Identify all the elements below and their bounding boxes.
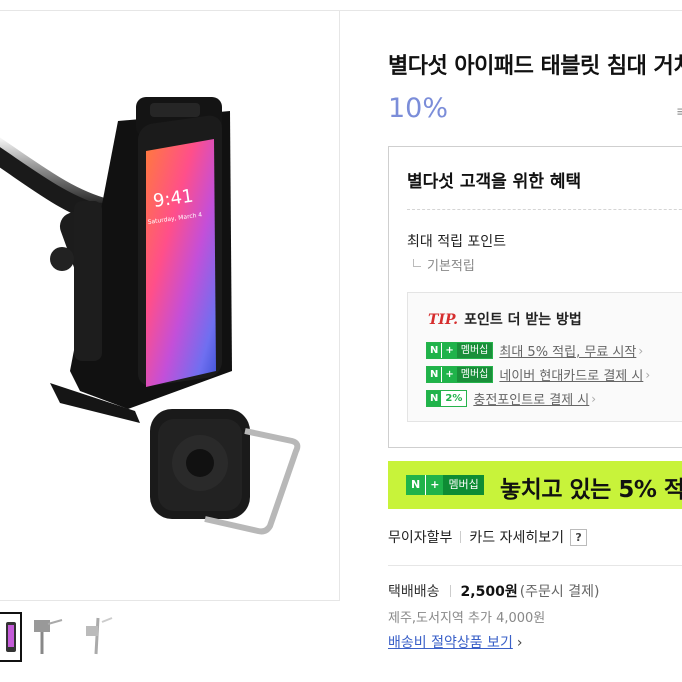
product-main-image[interactable]: 9:41 Saturday, March 4	[0, 11, 339, 600]
column-divider	[339, 10, 340, 600]
max-point-label: 최대 적립 포인트	[407, 234, 507, 250]
installment-row: 무이자할부 카드 자세히보기 ?	[388, 527, 588, 547]
shipping-extra-fee: 제주,도서지역 추가 4,000원	[388, 611, 546, 626]
tip-link-membership[interactable]: 최대 5% 적립, 무료 시작	[499, 341, 636, 360]
shipping-saving-label[interactable]: 배송비 절약상품 보기	[388, 635, 513, 651]
separator	[460, 531, 462, 543]
chevron-right-icon: ›	[516, 635, 523, 651]
basic-point-label: 기본적립	[427, 259, 475, 274]
shipping-row: 택배배송 2,500원 (주문시 결제)	[388, 581, 599, 601]
shipping-method: 택배배송	[388, 584, 440, 600]
tip-row-hyundai-card[interactable]: N + 멤버십 네이버 현대카드로 결제 시 ›	[426, 365, 650, 384]
benefit-title: 별다섯 고객을 위한 혜택	[407, 172, 582, 192]
naver-membership-badge: N + 멤버십	[426, 366, 494, 383]
naver-membership-badge: N + 멤버십	[406, 475, 484, 495]
shipping-saving-link[interactable]: 배송비 절약상품 보기 ›	[388, 632, 522, 652]
tip-link-charge-point[interactable]: 충전포인트로 결제 시	[473, 389, 589, 408]
discount-rate: 10%	[388, 93, 449, 124]
separator	[449, 585, 451, 597]
chevron-right-icon: ›	[645, 367, 651, 382]
benefit-box: 별다섯 고객을 위한 혜택 최대 적립 포인트 기본적립 TIP. 포인트 더 받…	[388, 146, 682, 448]
banner-text: 놓치고 있는 5% 적립	[500, 477, 682, 503]
help-icon[interactable]: ?	[570, 528, 588, 546]
thumbnail-2[interactable]	[26, 612, 66, 662]
naver-membership-banner[interactable]: N+멤버십 놓치고 있는 5% 적립	[388, 461, 682, 509]
thumbnail-1[interactable]	[0, 612, 22, 662]
section-divider	[388, 565, 682, 566]
tip-heading-text: 포인트 더 받는 방법	[464, 312, 582, 328]
naver-membership-badge: N + 멤버십	[426, 342, 494, 359]
tip-heading: TIP. 포인트 더 받는 방법	[428, 309, 582, 329]
thumbnail-3[interactable]	[78, 612, 118, 662]
image-bottom-divider	[0, 600, 340, 601]
benefit-divider	[407, 209, 682, 210]
tip-row-charge-point[interactable]: N 2% 충전포인트로 결제 시 ›	[426, 389, 596, 408]
shipping-fee-note: (주문시 결제)	[519, 584, 600, 600]
tree-elbow-icon	[413, 259, 421, 267]
naver-pay-badge: N 2%	[426, 390, 468, 407]
chevron-right-icon: ›	[638, 343, 644, 358]
basic-point-row: 기본적립	[413, 255, 475, 274]
tip-row-membership[interactable]: N + 멤버십 최대 5% 적립, 무료 시작 ›	[426, 341, 643, 360]
shipping-fee: 2,500원	[460, 584, 518, 600]
card-detail-link[interactable]: 카드 자세히보기	[469, 527, 564, 547]
more-marker: ≡	[676, 104, 682, 120]
tip-mark: TIP.	[428, 312, 459, 328]
chevron-right-icon: ›	[591, 391, 597, 406]
installment-label: 무이자할부	[388, 530, 453, 546]
product-title: 별다섯 아이패드 태블릿 침대 거치대	[388, 54, 682, 79]
tip-link-hyundai-card[interactable]: 네이버 현대카드로 결제 시	[499, 365, 643, 384]
tip-box: TIP. 포인트 더 받는 방법 N + 멤버십 최대 5% 적립, 무료 시작 › N…	[407, 292, 682, 422]
